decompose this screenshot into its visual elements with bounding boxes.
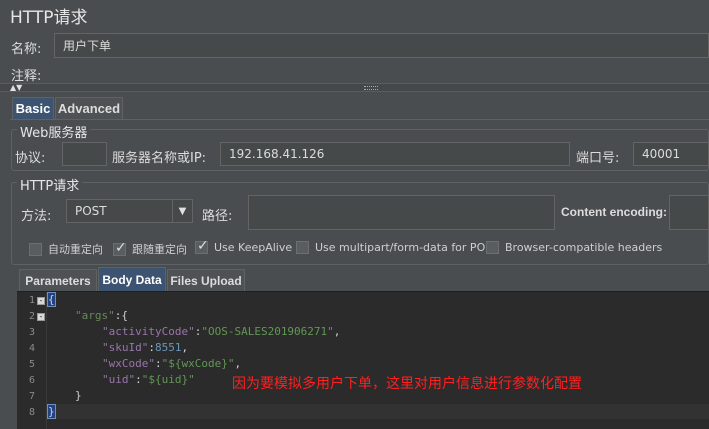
splitter-bar[interactable]: ▲▼ [0, 83, 709, 92]
method-select[interactable]: POST ▼ [66, 199, 193, 223]
body-data-editor[interactable]: 1 2 3 4 5 6 7 8 - - { "args":{ "activity… [17, 291, 709, 429]
annotation-text: 因为要模拟多用户下单，这里对用户信息进行参数化配置 [232, 376, 582, 392]
fold-minus-icon[interactable]: - [37, 297, 45, 305]
http-request-group-title: HTTP请求 [17, 175, 83, 194]
json-punct: , [234, 357, 242, 370]
port-input-value: 40001 [642, 147, 681, 161]
json-string: "OOS-SALES201906271" [201, 325, 334, 338]
checkbox-unchecked-icon[interactable] [486, 241, 499, 254]
line-number: 4 [28, 343, 35, 354]
json-punct: : [135, 373, 142, 386]
port-label: 端口号: [576, 151, 620, 166]
name-label: 名称: [11, 42, 42, 57]
server-input-value: 192.168.41.126 [229, 147, 325, 161]
json-key: "wxCode" [102, 357, 155, 370]
name-input[interactable]: 用户下单 [54, 33, 709, 58]
chevron-down-icon[interactable]: ▼ [172, 200, 192, 222]
option-multipart[interactable]: Use multipart/form-data for POST [296, 241, 499, 254]
json-punct: :{ [114, 309, 128, 322]
content-encoding-label: Content encoding: [561, 205, 667, 219]
protocol-input[interactable] [62, 142, 107, 166]
code-line-5: "wxCode":"${wxCode}", [102, 357, 241, 370]
collapse-arrows-icon[interactable]: ▲▼ [10, 84, 22, 92]
port-input[interactable]: 40001 [633, 142, 709, 166]
json-string: "${wxCode}" [161, 357, 235, 370]
line-number: 7 [28, 391, 35, 402]
web-server-group-title: Web服务器 [17, 122, 91, 141]
server-label: 服务器名称或IP: [112, 151, 207, 166]
tab-body-data[interactable]: Body Data [98, 267, 166, 291]
fold-minus-icon[interactable]: - [37, 313, 45, 321]
option-auto-redirect-label: 自动重定向 [48, 243, 103, 256]
line-number: 5 [28, 359, 35, 370]
tab-divider [10, 119, 709, 120]
method-label: 方法: [21, 209, 52, 224]
splitter-grip-icon[interactable] [364, 86, 378, 90]
json-punct: : [154, 357, 162, 370]
option-auto-redirect[interactable]: 自动重定向 [29, 241, 103, 257]
json-key: "activityCode" [102, 325, 195, 338]
method-select-value: POST [75, 204, 107, 218]
checkbox-checked-icon[interactable]: ✓ [195, 238, 209, 254]
tab-basic[interactable]: Basic [12, 97, 54, 119]
current-line-highlight [48, 404, 709, 419]
json-punct: , [333, 325, 341, 338]
line-number: 8 [28, 407, 35, 418]
tab-advanced[interactable]: Advanced [55, 97, 123, 119]
code-brace-open: { [47, 292, 56, 307]
path-input[interactable] [248, 195, 555, 230]
protocol-label: 协议: [15, 151, 46, 166]
checkbox-unchecked-icon[interactable] [29, 242, 42, 256]
code-brace-close: } [47, 404, 56, 419]
line-number: 1 [28, 295, 35, 306]
json-punct: : [148, 341, 155, 354]
option-follow-redirect[interactable]: ✓ 跟随重定向 [113, 240, 187, 257]
option-multipart-label: Use multipart/form-data for POST [315, 241, 499, 254]
comment-input[interactable] [50, 62, 709, 82]
code-line-6: "uid":"${uid}" [102, 373, 195, 386]
path-label: 路径: [202, 209, 233, 224]
json-punct: , [181, 341, 189, 354]
option-browser-headers-label: Browser-compatible headers [505, 241, 663, 254]
server-input[interactable]: 192.168.41.126 [220, 142, 570, 166]
json-string: "${uid}" [141, 373, 195, 386]
line-number: 6 [28, 375, 35, 386]
json-key: "skuId" [102, 341, 149, 354]
json-key: "uid" [102, 373, 136, 386]
option-keepalive[interactable]: ✓ Use KeepAlive [195, 238, 293, 254]
checkbox-checked-icon[interactable]: ✓ [113, 240, 127, 256]
code-line-2: "args":{ [75, 309, 128, 322]
code-line-7: } [75, 389, 82, 402]
tab-parameters[interactable]: Parameters [19, 269, 97, 291]
checkbox-unchecked-icon[interactable] [296, 241, 309, 254]
content-encoding-input[interactable] [669, 195, 709, 230]
code-line-3: "activityCode":"OOS-SALES201906271", [102, 325, 340, 338]
comment-label: 注释: [11, 69, 42, 84]
json-key: "args" [75, 309, 115, 322]
name-input-value: 用户下单 [63, 39, 112, 53]
code-line-4: "skuId":8551, [102, 341, 188, 354]
tab-files-upload[interactable]: Files Upload [167, 269, 245, 291]
option-browser-headers[interactable]: Browser-compatible headers [486, 241, 662, 254]
option-keepalive-label: Use KeepAlive [214, 241, 293, 254]
line-number: 2 [28, 311, 35, 322]
panel-title: HTTP请求 [10, 8, 88, 28]
line-number: 3 [28, 327, 35, 338]
json-number: 8551 [154, 341, 182, 354]
option-follow-redirect-label: 跟随重定向 [132, 243, 187, 256]
